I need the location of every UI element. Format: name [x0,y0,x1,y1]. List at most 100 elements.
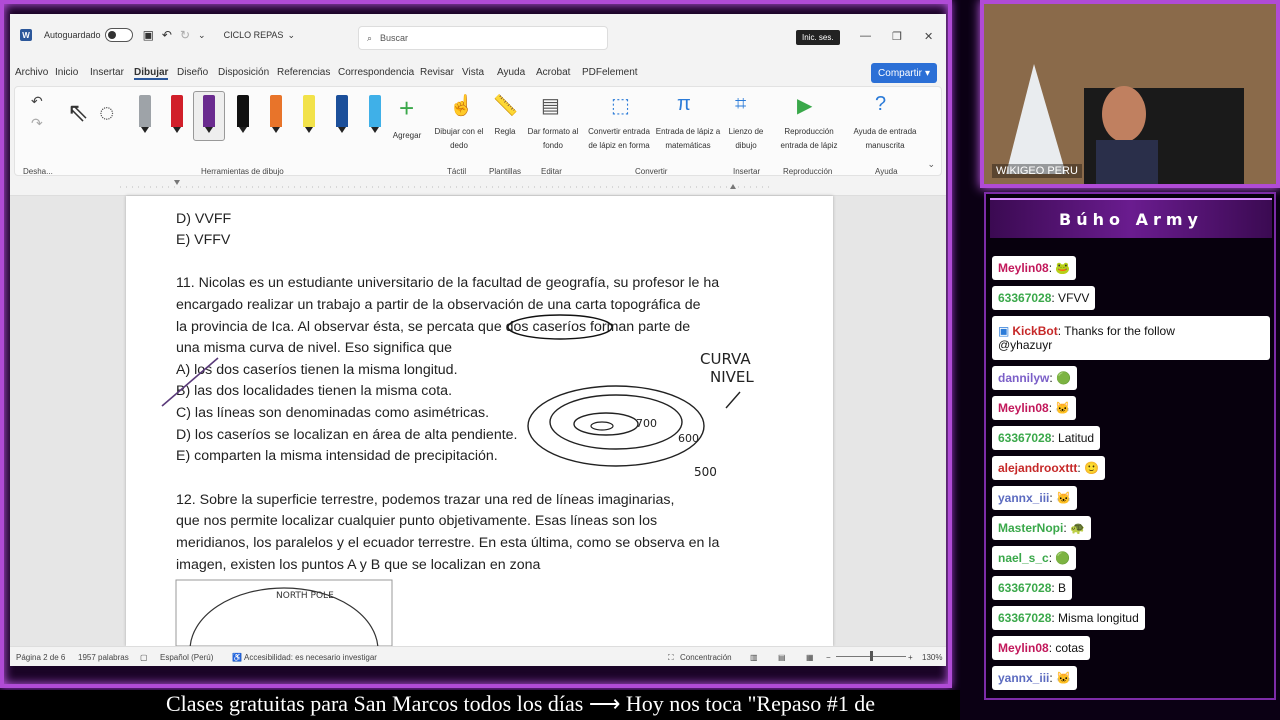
lasso-icon[interactable]: ◌ [99,97,114,128]
draw-finger-icon[interactable]: ☝ [449,93,474,118]
restore-icon[interactable]: ❐ [892,30,902,43]
ruler-label[interactable]: Regla [485,125,525,139]
canvas-icon[interactable]: ⌗ [735,93,746,116]
status-language[interactable]: Español (Perú) [160,653,213,662]
ruler[interactable] [10,178,946,196]
chat-text: : Latitud [1051,431,1095,445]
word-logo-icon: W [20,29,32,41]
chat-user: 63367028 [998,611,1052,625]
redo-icon[interactable]: ↻ [180,28,190,42]
background-icon[interactable]: ▤ [541,93,560,118]
chat-message: yannx_iii: 🐱 [992,486,1077,510]
share-button[interactable]: Compartir ▾ [871,63,937,83]
pen-blue-icon[interactable] [336,95,348,133]
group-undo: Desha... [23,167,53,176]
minimize-icon[interactable]: — [860,30,871,42]
canvas-label[interactable]: Lienzo de dibujo [721,125,771,153]
focus-icon[interactable]: ⛶ [668,653,674,663]
search-box[interactable]: ⌕ Buscar [358,26,608,50]
menu-pdfelement[interactable]: PDFelement [582,67,638,78]
chevron-down-icon[interactable]: ⌄ [287,30,295,41]
word-window: W Autoguardado ▣ ↶ ↻ ⌄ CICLO REPAS ⌄ ⌕ B… [10,14,946,666]
help-label[interactable]: Ayuda de entrada manuscrita [849,125,921,153]
chat-message: Meylin08: 🐱 [992,396,1077,420]
highlighter-yellow-icon[interactable] [303,95,315,133]
menu-revisar[interactable]: Revisar [420,67,454,78]
status-accessibility[interactable]: Accesibilidad: es necesario investigar [244,653,377,662]
ink-label-nivel: NIVEL [710,368,754,386]
undo-icon[interactable]: ↶ [162,28,172,42]
status-words[interactable]: 1957 palabras [78,653,129,662]
menu-vista[interactable]: Vista [462,67,484,78]
pen-gray-icon[interactable] [139,95,151,133]
convert-shape-icon[interactable]: ⬚ [611,93,630,118]
replay-label[interactable]: Reproducción entrada de lápiz [771,125,847,153]
math-icon[interactable]: π [677,93,691,116]
autosave-label: Autoguardado [44,30,101,40]
ruler-icon[interactable]: 📏 [493,93,518,118]
sign-in-button[interactable]: Inic. ses. [796,30,840,45]
menu-bar: Archivo Inicio Insertar Dibujar Diseño D… [10,64,946,84]
draw-finger-label[interactable]: Dibujar con el dedo [431,125,487,153]
replay-icon[interactable]: ▶ [797,93,812,118]
proofing-icon[interactable]: ▢ [140,653,148,662]
status-zoom[interactable]: 130% [922,653,942,662]
menu-acrobat[interactable]: Acrobat [536,67,570,78]
background-label[interactable]: Dar formato al fondo [527,125,579,153]
menu-disposicion[interactable]: Disposición [218,67,269,78]
menu-inicio[interactable]: Inicio [55,67,78,78]
menu-dibujar[interactable]: Dibujar [134,67,169,80]
add-pen-icon[interactable]: + [399,93,414,124]
zoom-out-icon[interactable]: − [826,653,831,662]
menu-correspondencia[interactable]: Correspondencia [338,67,414,78]
print-layout-icon[interactable]: ▤ [778,653,786,662]
ink-label-500: 500 [694,465,717,479]
menu-diseno[interactable]: Diseño [177,67,208,78]
document-title[interactable]: CICLO REPAS [224,30,284,40]
chat-message: ▣ KickBot: Thanks for the follow @yhazuyr [992,316,1270,360]
menu-archivo[interactable]: Archivo [15,67,48,78]
ink-label-curva: CURVA [700,350,751,368]
menu-ayuda[interactable]: Ayuda [497,67,525,78]
chat-text: : 🐱 [1048,401,1071,415]
chat-user: 63367028 [998,581,1052,595]
customize-icon[interactable]: ⌄ [198,30,206,41]
chat-user: KickBot [1012,324,1058,338]
menu-referencias[interactable]: Referencias [277,67,330,78]
autosave-toggle[interactable] [104,28,133,42]
convert-shape-label[interactable]: Convertir entrada de lápiz en forma [583,125,655,153]
chat-text: : 🐸 [1048,261,1071,275]
select-pointer-icon[interactable]: ⇖ [67,97,89,128]
read-mode-icon[interactable]: ▥ [750,653,758,662]
chat-text: : 🐢 [1063,521,1085,535]
chat-user: dannilyw [998,371,1050,385]
ink-label-700: 700 [636,417,657,430]
document-page[interactable]: D) VVFF E) VFFV 11. Nicolas es un estudi… [126,196,833,646]
help-icon[interactable]: ? [875,93,886,116]
undo-icon[interactable]: ↶ [31,93,43,110]
math-label[interactable]: Entrada de lápiz a matemáticas [655,125,721,153]
zoom-in-icon[interactable]: + [908,653,913,662]
zoom-slider-thumb[interactable] [870,651,873,661]
chevron-down-icon[interactable]: ⌄ [927,159,935,170]
pen-red-icon[interactable] [171,95,183,133]
title-bar: W Autoguardado ▣ ↶ ↻ ⌄ CICLO REPAS ⌄ ⌕ B… [10,14,946,60]
pen-orange-icon[interactable] [270,95,282,133]
add-pen-label[interactable]: Agregar [387,129,427,143]
pen-cyan-icon[interactable] [369,95,381,133]
menu-insertar[interactable]: Insertar [90,67,124,78]
web-layout-icon[interactable]: ▦ [806,653,814,662]
pen-black-icon[interactable] [237,95,249,133]
close-icon[interactable]: ✕ [924,30,933,43]
status-bar: Página 2 de 6 1957 palabras ▢ Español (P… [10,646,946,666]
chat-text: : 🟢 [1048,551,1071,565]
ruler-ticks [120,180,770,189]
globe-label: NORTH POLE [276,591,334,601]
save-icon[interactable]: ▣ [143,28,154,42]
status-page[interactable]: Página 2 de 6 [16,653,65,662]
accessibility-icon[interactable]: ♿ [232,653,242,662]
pen-purple-icon[interactable] [203,95,215,133]
document-area: D) VVFF E) VFFV 11. Nicolas es un estudi… [10,196,946,646]
redo-icon[interactable]: ↷ [31,115,43,132]
status-focus[interactable]: Concentración [680,653,732,662]
